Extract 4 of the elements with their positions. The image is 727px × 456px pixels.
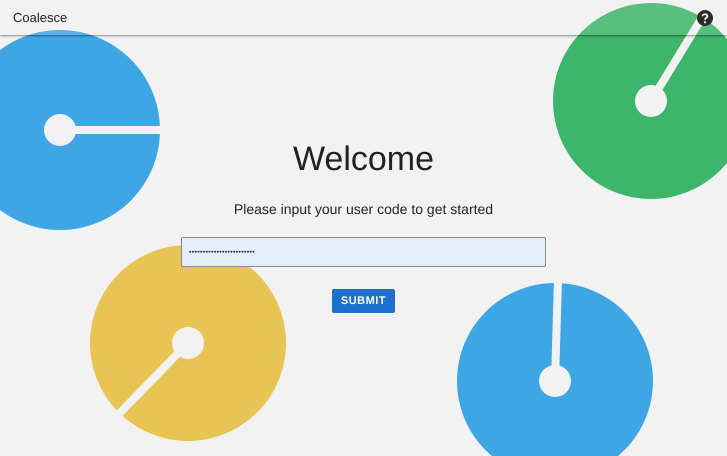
instruction-text: Please input your user code to get started [234,201,494,217]
submit-button[interactable]: SUBMIT [332,289,396,313]
app-title: Coalesce [13,10,68,25]
welcome-heading: Welcome [292,139,434,179]
